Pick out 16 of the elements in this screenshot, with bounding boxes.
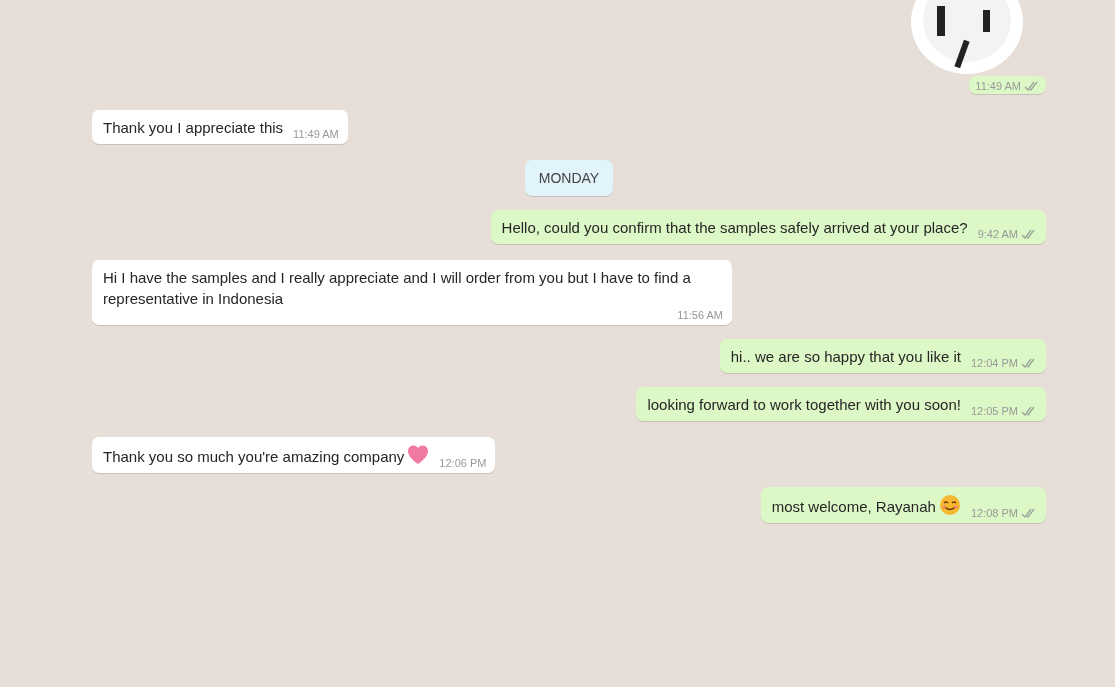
date-label: MONDAY (524, 160, 614, 196)
message-text: Hi I have the samples and I really appreciate and I will order from you but I have to find a representative in Indonesia (103, 268, 692, 309)
message-time: 12:04 PM (970, 357, 1018, 369)
message-time: 11:56 AM (677, 309, 723, 321)
message-text: hi.. we are so happy that you like it (730, 347, 961, 367)
message-time: 9:42 AM (977, 228, 1018, 240)
message-time: 12:06 PM (439, 457, 487, 469)
message-time: 12:05 PM (970, 405, 1018, 417)
message-text: Hello, could you confirm that the samples safely arrived at your place? (501, 218, 968, 238)
message-text: Thank you so much you're amazing company (103, 444, 430, 467)
message-text: looking forward to work together with you soon! (647, 395, 961, 415)
message-text: most welcome, Rayanah (771, 494, 961, 517)
message-time: 11:49 AM (293, 128, 339, 140)
message-text: Thank you I appreciate this (103, 118, 284, 138)
message-time: 11:49 AM (975, 80, 1021, 92)
message-time: 12:08 PM (970, 507, 1018, 519)
